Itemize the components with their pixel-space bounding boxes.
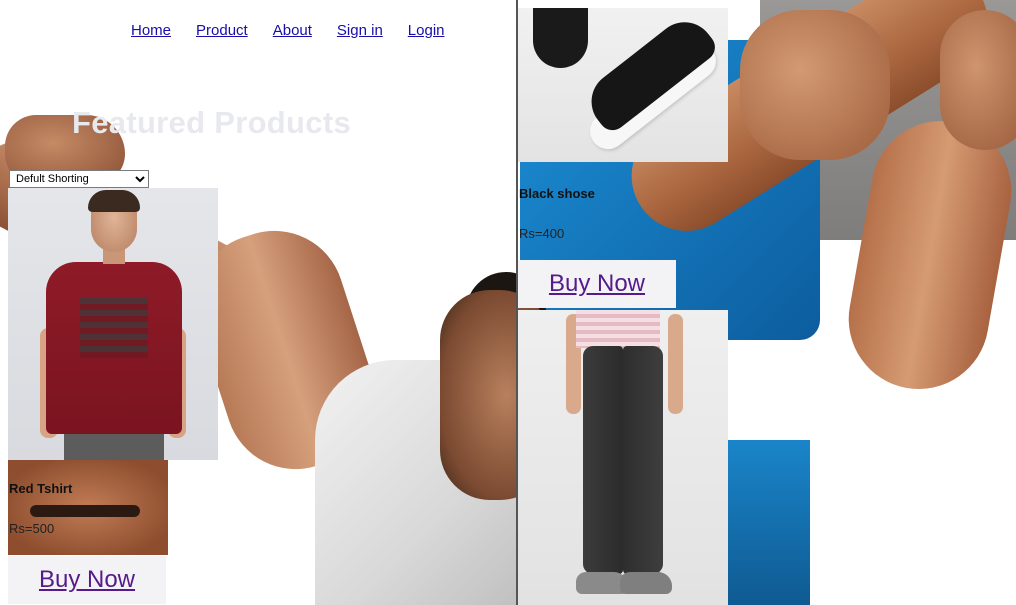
model-shoe bbox=[620, 572, 672, 594]
nav-link-about[interactable]: About bbox=[273, 22, 312, 39]
model-hair bbox=[88, 190, 140, 212]
pants-leg bbox=[583, 346, 623, 574]
product-image-black-shoes[interactable] bbox=[518, 8, 728, 162]
bg-right-fist-2 bbox=[940, 10, 1016, 150]
product-image-red-tshirt[interactable] bbox=[8, 188, 218, 460]
bg-right-fist bbox=[740, 10, 890, 160]
nav-link-product[interactable]: Product bbox=[196, 22, 248, 39]
section-heading: Featured Products bbox=[72, 105, 351, 140]
product-price-red-tshirt: Rs=500 bbox=[9, 521, 55, 536]
nav-link-sign-in[interactable]: Sign in bbox=[337, 22, 383, 39]
pants-leg bbox=[623, 346, 663, 574]
bg-brow bbox=[30, 505, 140, 517]
tshirt-print bbox=[80, 298, 148, 358]
top-nav: Home Product About Sign in Login bbox=[131, 22, 470, 39]
nav-link-login[interactable]: Login bbox=[408, 22, 445, 39]
product-name-red-tshirt: Red Tshirt bbox=[9, 481, 73, 496]
buy-now-button-red-tshirt[interactable]: Buy Now bbox=[8, 556, 166, 604]
buy-now-button-black-shoes[interactable]: Buy Now bbox=[518, 260, 676, 308]
product-image-pants[interactable] bbox=[518, 310, 728, 605]
model-arm bbox=[668, 314, 683, 414]
product-name-black-shoes: Black shose bbox=[519, 186, 595, 201]
bg-blue-shirt-bottom bbox=[720, 440, 810, 605]
shoe-heel bbox=[533, 8, 588, 68]
model-pants bbox=[64, 434, 164, 460]
nav-link-home[interactable]: Home bbox=[131, 22, 171, 39]
product-price-black-shoes: Rs=400 bbox=[519, 226, 565, 241]
model-striped-shirt bbox=[576, 310, 660, 348]
sort-select[interactable]: Defult Shorting bbox=[9, 170, 149, 188]
